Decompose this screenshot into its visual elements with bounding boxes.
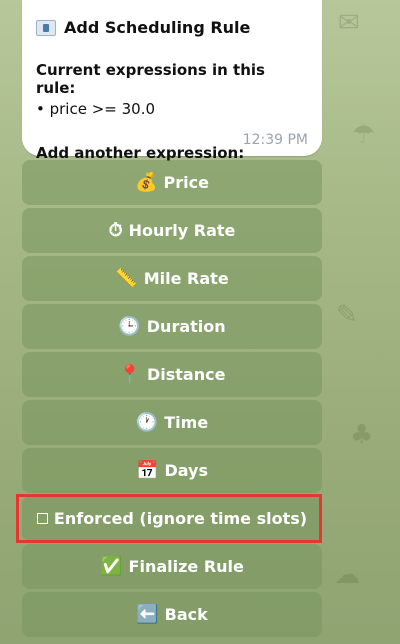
expression-item: • price >= 30.0 [36, 100, 156, 118]
pin-icon: 📍 [118, 363, 141, 385]
finalize-rule-button[interactable]: ✅ Finalize Rule [22, 544, 322, 589]
back-button-label: Back [164, 605, 208, 624]
time-button-label: Time [164, 413, 209, 432]
clock-icon: 🕒 [118, 315, 141, 337]
mile-rate-button[interactable]: 📏 Mile Rate [22, 256, 322, 301]
message-timestamp: 12:39 PM [242, 132, 308, 148]
hourly-rate-button-label: Hourly Rate [128, 221, 236, 240]
money-bag-icon: 💰 [135, 171, 158, 193]
price-button-label: Price [163, 173, 209, 192]
check-mark-icon: ✅ [100, 555, 123, 577]
left-arrow-icon: ⬅️ [136, 603, 159, 625]
background-doodle: ✎ [336, 300, 358, 330]
stopwatch-icon: ⏱ [108, 219, 123, 241]
hourly-rate-button[interactable]: ⏱ Hourly Rate [22, 208, 322, 253]
background-doodle: ♣ [350, 420, 374, 450]
background-doodle: ☂ [352, 120, 376, 150]
message-title-row: Add Scheduling Rule [36, 18, 308, 37]
price-button[interactable]: 💰 Price [22, 160, 322, 205]
bot-message-bubble: Add Scheduling Rule Current expressions … [22, 0, 322, 162]
duration-button[interactable]: 🕒 Duration [22, 304, 322, 349]
calendar-icon: 📅 [136, 459, 159, 481]
mile-rate-button-label: Mile Rate [143, 269, 229, 288]
background-doodle: ✉ [338, 8, 360, 38]
message-title: Add Scheduling Rule [64, 18, 251, 37]
clock-icon: 🕐 [135, 411, 159, 433]
checkbox-icon [36, 513, 48, 524]
time-button[interactable]: 🕐 Time [22, 400, 322, 445]
back-button[interactable]: ⬅️ Back [22, 592, 322, 637]
ruler-icon: 📏 [115, 267, 138, 289]
enforced-toggle-button[interactable]: Enforced (ignore time slots) [22, 496, 322, 541]
card-index-icon [36, 19, 56, 36]
distance-button-label: Distance [146, 365, 226, 384]
days-button-label: Days [164, 461, 208, 480]
days-button[interactable]: 📅 Days [22, 448, 322, 493]
distance-button[interactable]: 📍 Distance [22, 352, 322, 397]
duration-button-label: Duration [146, 317, 226, 336]
current-expressions-label: Current expressions in this rule: [36, 61, 265, 97]
background-doodle: ☁ [334, 560, 360, 590]
enforced-button-label: Enforced (ignore time slots) [53, 509, 308, 528]
finalize-button-label: Finalize Rule [128, 557, 244, 576]
